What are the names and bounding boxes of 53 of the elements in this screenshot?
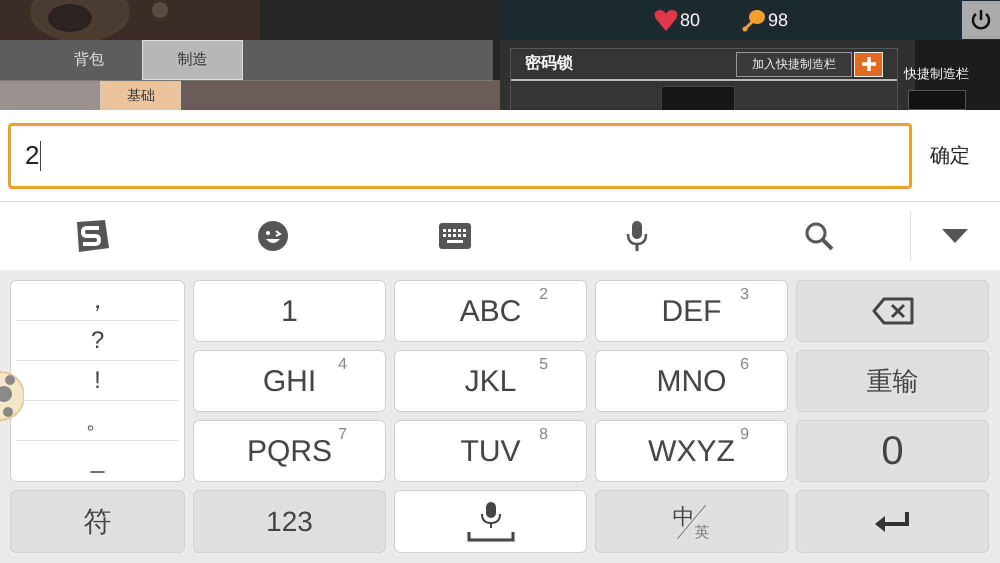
quick-slot bbox=[908, 90, 966, 110]
function-key[interactable]: 符 bbox=[10, 490, 185, 553]
symbol-item[interactable]: ? bbox=[86, 326, 108, 356]
function-key[interactable]: 重输 bbox=[796, 350, 989, 412]
key-number: 8 bbox=[539, 425, 548, 445]
letter-key[interactable]: GHI 4 bbox=[193, 350, 386, 412]
letter-key[interactable]: JKL 5 bbox=[394, 350, 587, 412]
health-value: 80 bbox=[680, 8, 700, 32]
heart-icon bbox=[654, 9, 678, 31]
letter-key[interactable]: MNO 6 bbox=[595, 350, 788, 412]
text-input[interactable]: 2 bbox=[8, 122, 912, 188]
space-mic-icon bbox=[466, 502, 514, 542]
symbol-item[interactable]: _ bbox=[86, 446, 108, 476]
add-quick-button[interactable]: 加入快捷制造栏 bbox=[736, 52, 852, 76]
function-key[interactable]: 0 bbox=[796, 420, 989, 482]
letter-key[interactable]: PQRS 7 bbox=[193, 420, 386, 482]
symbol-item[interactable]: ! bbox=[90, 366, 105, 396]
symbol-item[interactable]: ， bbox=[82, 286, 114, 316]
power-button[interactable] bbox=[962, 1, 1000, 39]
key-number: 7 bbox=[338, 425, 347, 445]
game-tab[interactable]: 制造 bbox=[142, 40, 243, 80]
microphone-icon[interactable] bbox=[625, 220, 649, 252]
power-icon bbox=[970, 9, 992, 31]
symbol-item[interactable]: 。 bbox=[82, 406, 114, 436]
letter-key[interactable]: DEF 3 bbox=[595, 280, 788, 342]
confirm-button[interactable]: 确定 bbox=[930, 140, 970, 170]
search-icon[interactable] bbox=[804, 221, 834, 251]
category-tab[interactable]: 基础 bbox=[100, 81, 181, 110]
letter-key[interactable]: TUV 8 bbox=[394, 420, 587, 482]
plus-button[interactable] bbox=[854, 52, 883, 76]
assistant-icon bbox=[0, 368, 24, 424]
game-tab[interactable]: 背包 bbox=[0, 40, 142, 80]
recipe-title: 密码锁 bbox=[525, 53, 573, 74]
key-number: 4 bbox=[338, 355, 347, 375]
letter-key[interactable]: 1 bbox=[193, 280, 386, 342]
language-key[interactable]: 中 英 bbox=[595, 490, 788, 553]
emoji-icon[interactable] bbox=[257, 220, 289, 252]
quick-bar-title: 快捷制造栏 bbox=[904, 65, 969, 83]
key-number: 9 bbox=[740, 425, 749, 445]
backspace-key[interactable] bbox=[796, 280, 989, 342]
collapse-icon[interactable] bbox=[942, 229, 968, 243]
key-number: 2 bbox=[539, 285, 548, 305]
letter-key[interactable]: ABC 2 bbox=[394, 280, 587, 342]
food-value: 98 bbox=[768, 8, 788, 32]
key-number: 3 bbox=[740, 285, 749, 305]
key-number: 6 bbox=[740, 355, 749, 375]
drumstick-icon bbox=[742, 8, 766, 32]
function-key[interactable]: 123 bbox=[193, 490, 386, 553]
plus-icon bbox=[860, 56, 876, 72]
backspace-icon bbox=[872, 297, 914, 325]
space-key[interactable] bbox=[394, 490, 587, 553]
keyboard-icon[interactable] bbox=[439, 223, 471, 249]
key-number: 5 bbox=[539, 355, 548, 375]
